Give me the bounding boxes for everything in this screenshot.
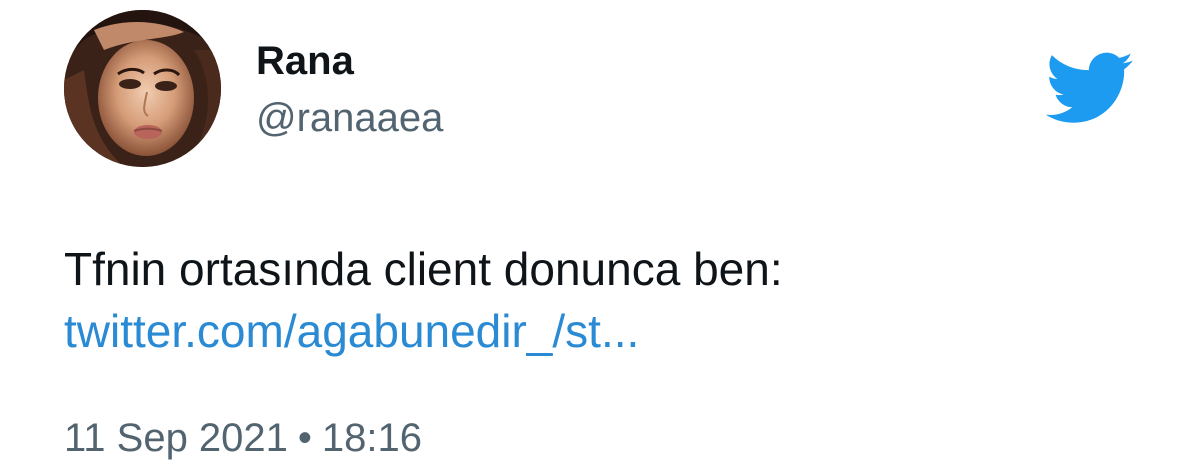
tweet-text: Tfnin ortasında client donunca ben: <box>64 243 783 295</box>
meta-separator: • <box>297 416 312 460</box>
twitter-bird-icon-svg <box>1045 52 1133 123</box>
tweet-link[interactable]: twitter.com/agabunedir_/st... <box>64 300 639 362</box>
twitter-bird-icon[interactable] <box>1045 52 1135 124</box>
author-name[interactable]: Rana <box>256 38 354 84</box>
avatar[interactable] <box>64 10 221 167</box>
tweet-time: 18:16 <box>321 416 423 460</box>
tweet-date: 11 Sep 2021 <box>64 416 288 460</box>
tweet-timestamp[interactable]: 11 Sep 2021 • 18:16 <box>64 413 422 463</box>
avatar-photo <box>64 10 221 167</box>
tweet-card: Rana @ranaaea Tfnin ortasında client don… <box>0 0 1200 463</box>
author-handle[interactable]: @ranaaea <box>256 95 443 141</box>
